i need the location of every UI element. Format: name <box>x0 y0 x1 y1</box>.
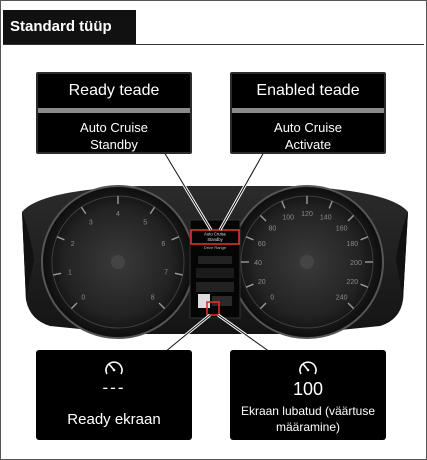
speedometer-tick-label: 220 <box>346 279 358 286</box>
speedometer-tick-label: 40 <box>254 260 262 267</box>
callout-title: Ready teade <box>68 82 160 99</box>
set-speed-value: --- <box>102 378 126 397</box>
ready-message-callout: Ready teade Auto Cruise Standby <box>36 72 192 154</box>
display-line-1: Auto Cruise <box>204 232 227 237</box>
speedometer-tick-label: 80 <box>268 225 276 232</box>
speedometer-tick-label: 100 <box>282 215 294 222</box>
speedometer-tick-label: 0 <box>270 295 274 302</box>
speedometer-icon <box>299 361 317 375</box>
display-line-3: Drive Range <box>204 245 227 250</box>
callout-line-1: Auto Cruise <box>274 120 342 135</box>
speedometer-icon <box>105 361 123 375</box>
callout-line-2: Standby <box>90 137 138 152</box>
speedometer-tick-label: 180 <box>346 241 358 248</box>
speedometer-tick-label: 120 <box>301 211 313 218</box>
screen-label: Ekraan lubatud (väärtuse määramine) <box>240 404 376 434</box>
tachometer-tick-label: 5 <box>143 219 147 226</box>
tachometer-tick-label: 8 <box>151 295 155 302</box>
speedometer-tick-label: 140 <box>320 215 332 222</box>
callout-title: Enabled teade <box>256 82 360 99</box>
display-line-2: Standby <box>207 237 223 242</box>
callout-line-1: Auto Cruise <box>80 120 148 135</box>
speedometer-tick-label: 20 <box>258 279 266 286</box>
screen-label: Ready ekraan <box>67 411 161 428</box>
tachometer-tick-label: 0 <box>81 295 85 302</box>
tachometer-tick-label: 1 <box>68 270 72 277</box>
callout-line-2: Activate <box>284 137 332 152</box>
enabled-screen-panel: 100 Ekraan lubatud (väärtuse määramine) <box>230 350 386 440</box>
tachometer-tick-label: 6 <box>161 241 165 248</box>
tachometer-tick-label: 3 <box>89 219 93 226</box>
speedometer-tick-label: 200 <box>350 260 362 267</box>
set-speed-value: 100 <box>292 379 324 399</box>
speedometer-tick-label: 160 <box>336 225 348 232</box>
tachometer-tick-label: 2 <box>71 241 75 248</box>
tachometer-tick-label: 7 <box>164 270 168 277</box>
tachometer-tick-label: 4 <box>116 211 120 218</box>
enabled-message-callout: Enabled teade Auto Cruise Activate <box>230 72 386 154</box>
speedometer-tick-label: 240 <box>336 295 348 302</box>
speedometer-tick-label: 60 <box>258 241 266 248</box>
ready-screen-panel: --- Ready ekraan <box>36 350 192 440</box>
